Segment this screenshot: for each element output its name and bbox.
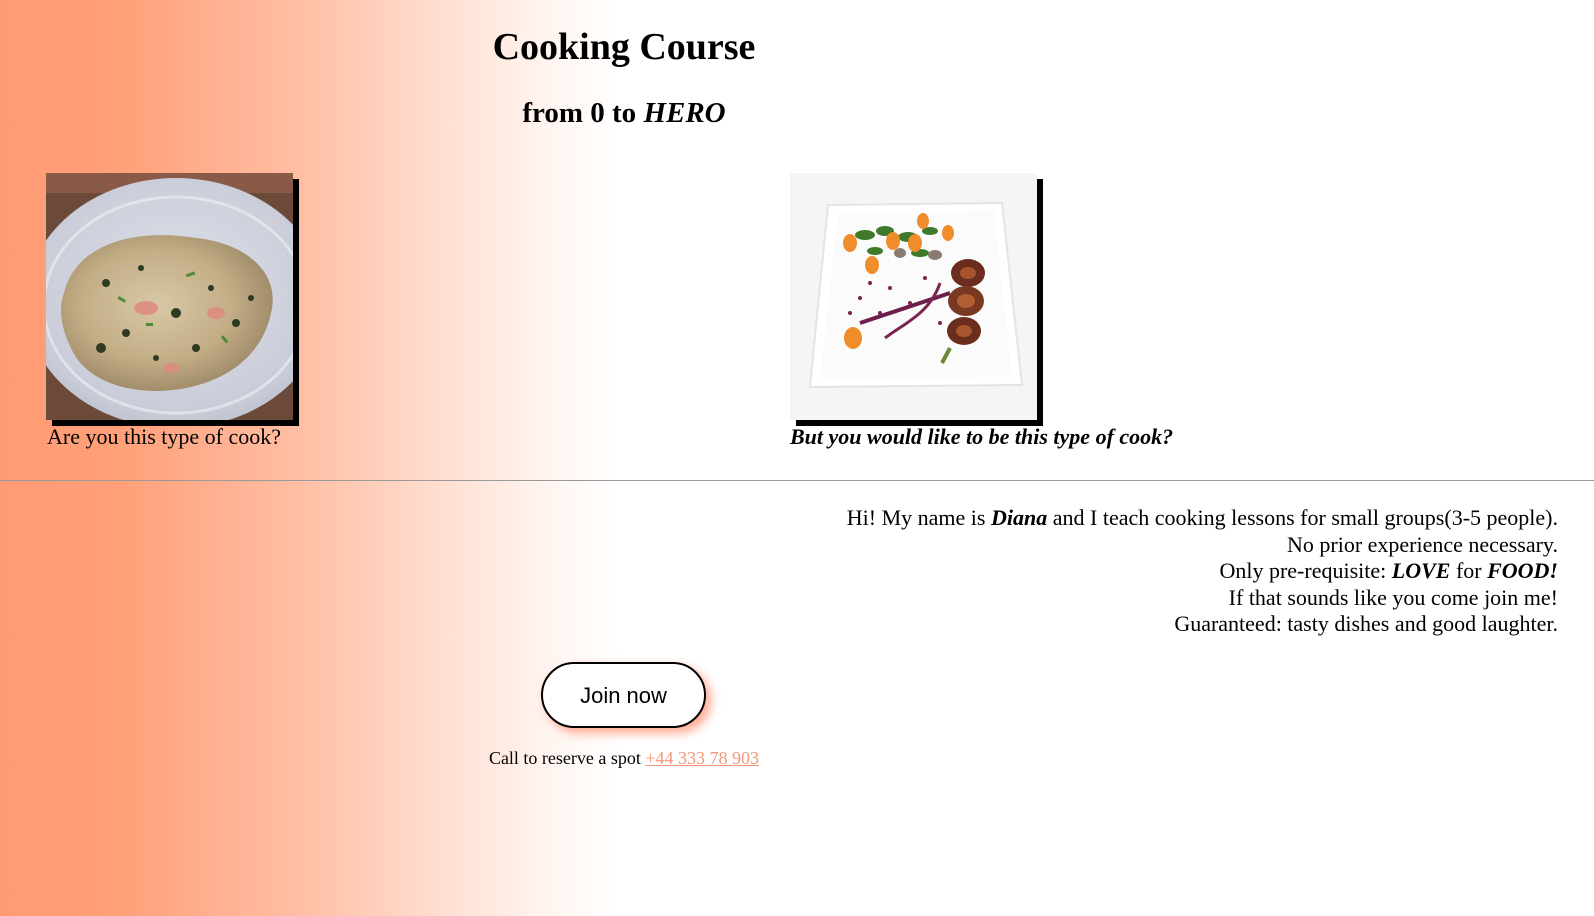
phone-link[interactable]: +44 333 78 903 [645, 748, 759, 768]
intro-text: Hi! My name is Diana and I teach cooking… [847, 505, 1558, 638]
call-to-reserve: Call to reserve a spot +44 333 78 903 [0, 747, 1248, 769]
gourmet-dish-image [790, 173, 1037, 420]
intro-line-2: No prior experience necessary. [1287, 531, 1558, 557]
intro-line-3: Only pre-requisite: LOVE for FOOD! [847, 558, 1558, 585]
section-divider [0, 480, 1594, 481]
intro-line-1-prefix: Hi! My name is [846, 505, 991, 530]
intro-line-1: Hi! My name is Diana and I teach cooking… [847, 505, 1558, 532]
left-caption: Are you this type of cook? [47, 424, 281, 449]
page-subtitle: from 0 to HERO [0, 96, 1248, 130]
intro-line-4: If that sounds like you come join me! [1228, 584, 1558, 610]
page-title: Cooking Course [492, 26, 756, 68]
intro-line-3-mid: for [1450, 558, 1488, 584]
omelette-image [46, 173, 293, 420]
right-caption: But you would like to be this type of co… [790, 424, 1174, 449]
intro-line-1-suffix: and I teach cooking lessons for small gr… [1047, 505, 1558, 530]
join-now-button[interactable]: Join now [541, 662, 706, 728]
call-text: Call to reserve a spot [488, 748, 646, 768]
intro-line-3-prefix: Only pre-requisite: [1219, 558, 1392, 584]
subtitle-prefix: from 0 to [522, 97, 644, 129]
teacher-name: Diana [990, 505, 1048, 530]
love-emphasis: LOVE [1391, 558, 1451, 584]
subtitle-emphasis: HERO [643, 97, 726, 129]
intro-line-5: Guaranteed: tasty dishes and good laught… [1174, 611, 1558, 637]
food-emphasis: FOOD! [1487, 558, 1558, 584]
